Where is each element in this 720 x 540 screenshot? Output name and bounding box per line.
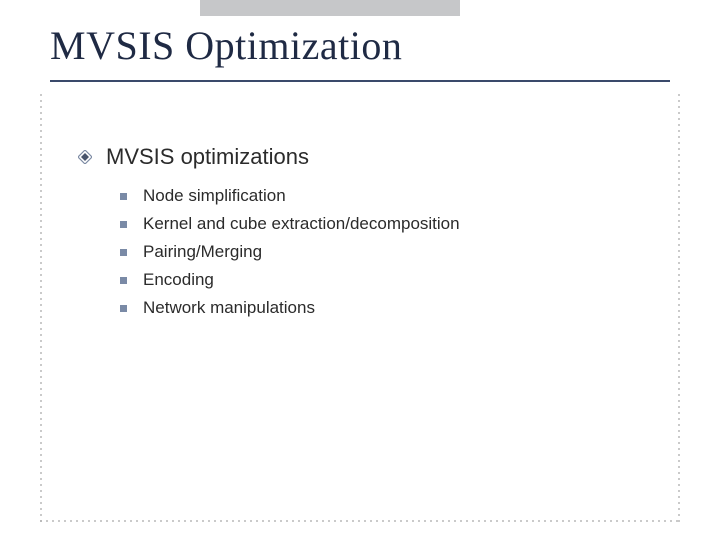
list-item-label: Pairing/Merging (143, 242, 262, 262)
list-item: Node simplification (120, 186, 460, 206)
slide-title: MVSIS Optimization (50, 22, 402, 69)
list-item: Network manipulations (120, 298, 460, 318)
list-item-label: Network manipulations (143, 298, 315, 318)
decorative-top-band (200, 0, 460, 16)
square-bullet-icon (120, 305, 127, 312)
list-item-label: Kernel and cube extraction/decomposition (143, 214, 460, 234)
square-bullet-icon (120, 193, 127, 200)
square-bullet-icon (120, 277, 127, 284)
list-item: Encoding (120, 270, 460, 290)
square-bullet-icon (120, 221, 127, 228)
dotted-guide-left (40, 94, 42, 522)
square-bullet-icon (120, 249, 127, 256)
list-item: Pairing/Merging (120, 242, 460, 262)
bullet-list-level-2: Node simplification Kernel and cube extr… (120, 186, 460, 326)
title-underline (50, 80, 670, 82)
bullet-level-1-label: MVSIS optimizations (106, 144, 309, 170)
dotted-guide-right (678, 94, 680, 522)
list-item-label: Encoding (143, 270, 214, 290)
list-item: Kernel and cube extraction/decomposition (120, 214, 460, 234)
bullet-level-1: MVSIS optimizations (78, 144, 309, 170)
diamond-bullet-icon (78, 150, 92, 164)
dotted-guide-bottom (40, 520, 680, 522)
list-item-label: Node simplification (143, 186, 286, 206)
